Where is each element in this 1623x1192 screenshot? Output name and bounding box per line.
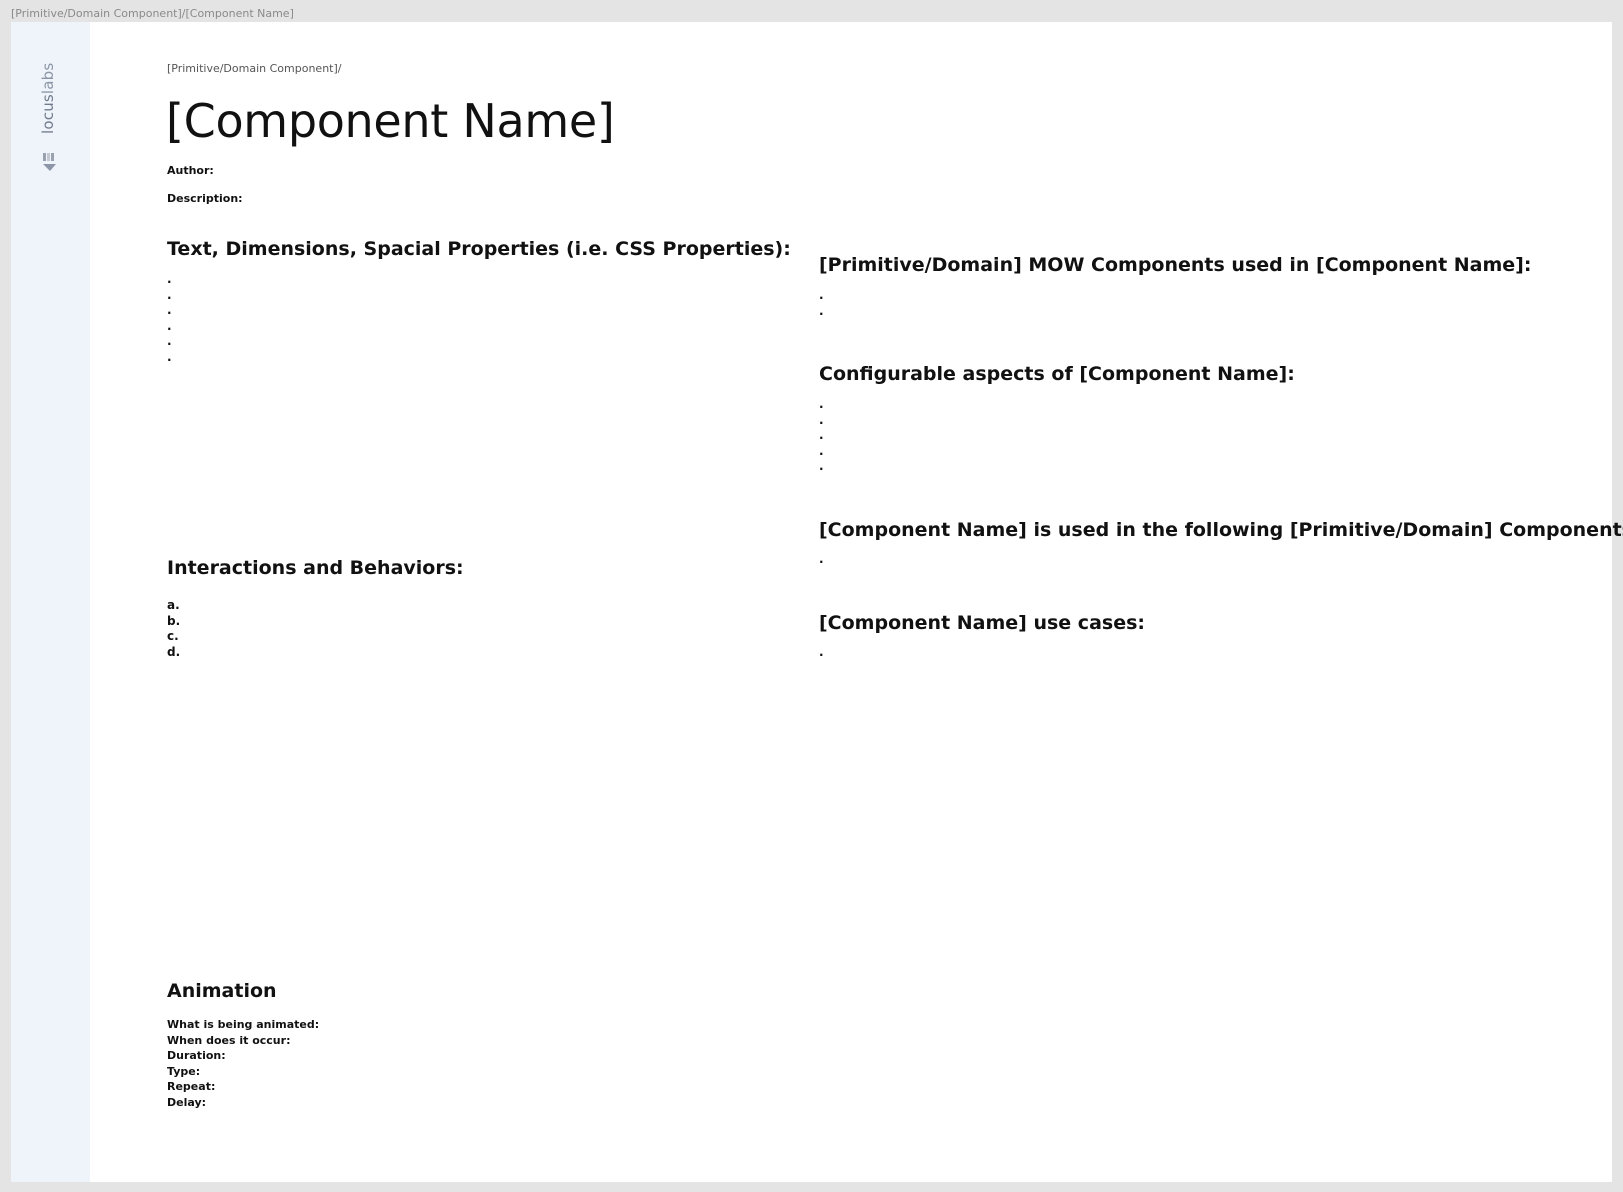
- page-title: [Component Name]: [166, 94, 615, 148]
- list-item: .: [167, 303, 172, 318]
- list-item: Delay:: [167, 1095, 207, 1109]
- list-item: Duration:: [167, 1049, 226, 1062]
- used-in-list: .: [819, 552, 824, 568]
- list-item: When does it occur:: [167, 1033, 291, 1047]
- list-item: .: [167, 349, 172, 364]
- list-item: .: [819, 288, 824, 302]
- list-item: .: [819, 459, 824, 474]
- list-item: .: [167, 272, 172, 286]
- list-item: .: [819, 428, 824, 443]
- used-in-heading: [Component Name] is used in the followin…: [819, 519, 1623, 541]
- frame-label[interactable]: [Primitive/Domain Component]/[Component …: [11, 7, 294, 20]
- artboard: locuslabs [Primitive/Domain Component]/ …: [11, 22, 1623, 1182]
- list-item: .: [819, 552, 824, 566]
- list-item: b.: [167, 613, 181, 628]
- list-item: .: [167, 318, 172, 333]
- animation-list: What is being animated: When does it occ…: [167, 1017, 319, 1110]
- use-cases-list: .: [819, 645, 824, 661]
- interactions-list: a. b. c. d.: [167, 598, 180, 660]
- list-item: .: [819, 303, 824, 318]
- list-item: .: [819, 645, 824, 659]
- list-item: .: [167, 334, 172, 349]
- list-item: .: [167, 287, 172, 302]
- properties-heading: Text, Dimensions, Spacial Properties (i.…: [167, 238, 791, 260]
- mow-components-heading: [Primitive/Domain] MOW Components used i…: [819, 254, 1532, 276]
- author-label: Author:: [167, 164, 214, 177]
- configurable-list: . . . . .: [819, 397, 824, 475]
- use-cases-heading: [Component Name] use cases:: [819, 612, 1145, 634]
- properties-list: . . . . . .: [167, 272, 172, 366]
- list-item: Type:: [167, 1064, 201, 1078]
- mow-components-list: . .: [819, 288, 824, 319]
- animation-heading: Animation: [167, 980, 277, 1002]
- interactions-heading: Interactions and Behaviors:: [167, 557, 464, 579]
- breadcrumb[interactable]: [Primitive/Domain Component]/: [167, 62, 341, 75]
- list-item: .: [819, 412, 824, 427]
- doc-content: [Primitive/Domain Component]/ [Component…: [11, 22, 1623, 1182]
- list-item: d.: [167, 644, 181, 659]
- description-label: Description:: [167, 192, 243, 205]
- list-item: c.: [167, 629, 179, 644]
- list-item: .: [819, 443, 824, 458]
- configurable-heading: Configurable aspects of [Component Name]…: [819, 363, 1295, 385]
- list-item: .: [819, 397, 824, 411]
- list-item: Repeat:: [167, 1080, 216, 1093]
- list-item: a.: [167, 598, 180, 612]
- list-item: What is being animated:: [167, 1018, 320, 1031]
